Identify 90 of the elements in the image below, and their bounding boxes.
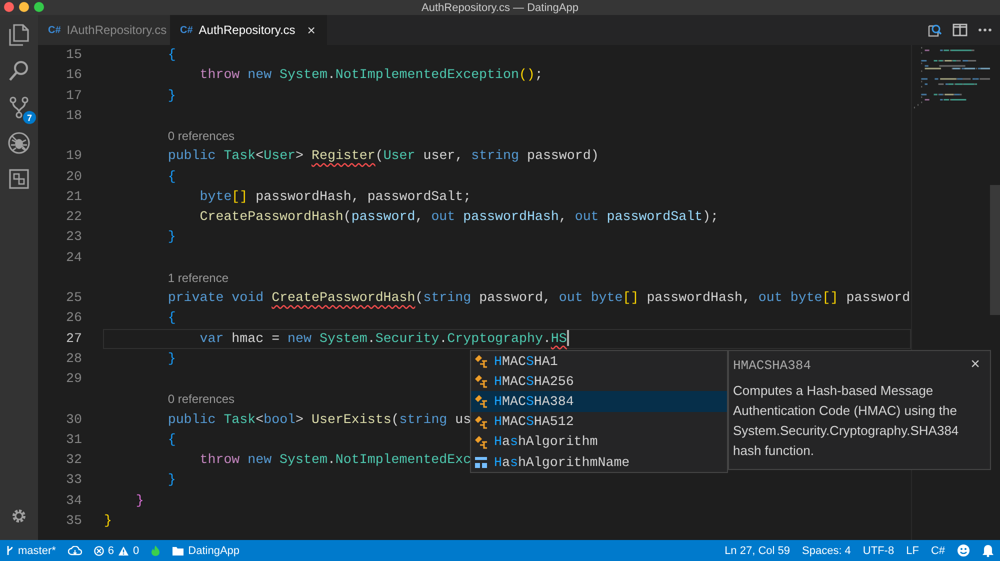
sync-icon[interactable]	[68, 546, 82, 556]
problems-indicator[interactable]: 6 0	[94, 544, 140, 556]
code-line: }	[166, 472, 176, 488]
code-line: }	[166, 350, 176, 366]
suggestion-item[interactable]: HashAlgorithmName	[471, 452, 727, 472]
line-number: 35	[65, 512, 82, 530]
code-line: }	[166, 229, 176, 244]
indentation-setting[interactable]: Spaces: 4	[802, 544, 851, 556]
line-number: 31	[65, 430, 82, 449]
line-number: 16	[65, 66, 82, 84]
language-mode[interactable]: C#	[930, 544, 945, 556]
details-title: HMACSHA384	[733, 358, 812, 372]
line-number: 29	[65, 370, 82, 388]
split-editor-icon[interactable]	[952, 22, 968, 38]
line-number: 15	[65, 46, 82, 64]
line-number: 19	[65, 147, 82, 166]
details-description: Computes a Hash-based Message Authentication Code (HMAC) using the System.Security.Cryptography.SHA384 hash function.	[733, 382, 960, 460]
bug-icon[interactable]	[7, 131, 31, 155]
open-changes-icon[interactable]	[926, 22, 942, 38]
code-line: {	[166, 47, 176, 62]
line-number: 34	[65, 492, 82, 510]
editor-tab[interactable]: C# AuthRepository.cs ×	[170, 15, 328, 45]
line-number: 25	[65, 289, 82, 307]
search-icon[interactable]	[7, 59, 31, 83]
line-number: 27	[65, 330, 82, 348]
line-number: 32	[65, 451, 82, 469]
line-number: 18	[65, 106, 82, 125]
suggestion-item[interactable]: HMACSHA256	[471, 371, 727, 392]
code-line: var hmac = new System.Security.Cryptography.HS	[198, 330, 567, 346]
code-lens[interactable]: 1 reference	[168, 270, 229, 285]
encoding-setting[interactable]: UTF-8	[862, 544, 894, 556]
close-button[interactable]: ×	[307, 22, 316, 38]
source-control-icon[interactable]	[7, 95, 31, 119]
line-number: 23	[65, 228, 82, 246]
line-number: 30	[65, 410, 82, 428]
scrollbar-thumb[interactable]	[990, 185, 1000, 315]
cursor-position[interactable]: Ln 27, Col 59	[724, 544, 790, 556]
branch-icon	[6, 545, 14, 556]
code-line: {	[166, 432, 176, 447]
code-line: private void CreatePasswordHash(string password, out byte[] passwordHash, out byte[] password	[166, 290, 910, 305]
code-line: public Task<User> Register(User user, string password)	[166, 148, 599, 164]
code-line: throw new System.NotImplementedException();	[198, 67, 543, 82]
code-line: byte[] passwordHash, passwordSalt;	[198, 188, 472, 204]
class-icon	[474, 394, 488, 408]
folder-icon	[172, 546, 184, 556]
class-icon	[474, 434, 488, 449]
line-number: 26	[65, 309, 82, 328]
settings-icon[interactable]	[10, 507, 28, 525]
text-cursor	[566, 330, 569, 346]
close-button[interactable]: ×	[970, 357, 986, 373]
branch-indicator[interactable]: master*	[6, 544, 56, 556]
language-label: C#	[180, 24, 193, 36]
line-number: 22	[65, 208, 82, 226]
suggestion-item[interactable]: HMACSHA512	[471, 412, 727, 432]
suggestion-item[interactable]: HMACSHA384	[471, 391, 727, 412]
enum-icon	[474, 455, 488, 470]
suggestion-item[interactable]: HashAlgorithm	[471, 432, 727, 452]
project-indicator[interactable]: DatingApp	[172, 544, 240, 556]
extensions-icon[interactable]	[7, 167, 31, 191]
line-number: 33	[65, 471, 82, 490]
editor-tab[interactable]: C# IAuthRepository.cs	[38, 15, 170, 45]
error-icon	[94, 546, 104, 556]
line-number: 24	[65, 248, 82, 266]
suggestion-item[interactable]: HMACSHA1	[471, 351, 727, 372]
code-line: CreatePasswordHash(password, out passwordHash, out passwordSalt);	[198, 209, 718, 224]
line-number: 28	[65, 350, 82, 368]
files-icon[interactable]	[7, 23, 31, 47]
line-number: 17	[65, 86, 82, 104]
code-line: {	[166, 168, 176, 184]
window-title: AuthRepository.cs — DatingApp	[422, 2, 578, 14]
code-lens[interactable]: 0 references	[168, 392, 235, 406]
line-ending-setting[interactable]: LF	[906, 544, 919, 556]
count-badge: 7	[23, 111, 36, 124]
code-line: {	[166, 310, 176, 326]
class-icon	[474, 414, 488, 429]
line-number: 20	[65, 168, 82, 186]
code-line: }	[134, 492, 144, 508]
code-line: public Task<bool> UserExists(string us	[166, 412, 472, 426]
code-lens[interactable]: 0 references	[168, 129, 235, 143]
warning-icon	[118, 546, 130, 556]
code-line: throw new System.NotImplementedExc	[198, 452, 472, 467]
code-line: }	[104, 512, 112, 528]
class-icon	[474, 374, 488, 388]
smiley-icon[interactable]	[957, 544, 970, 557]
more-actions-icon[interactable]	[978, 28, 992, 32]
language-label: C#	[48, 24, 61, 36]
line-number: 21	[65, 188, 82, 206]
code-line: }	[166, 88, 176, 102]
class-icon	[474, 354, 488, 368]
bell-icon[interactable]	[982, 544, 994, 557]
